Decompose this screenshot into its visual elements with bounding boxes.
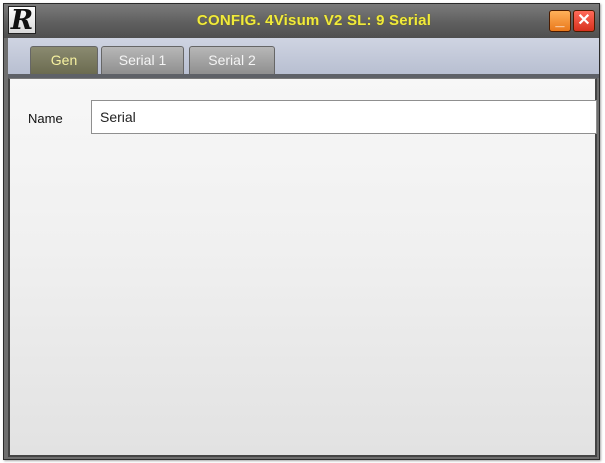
tab-serial-1[interactable]: Serial 1 — [101, 46, 184, 74]
name-label: Name — [28, 111, 63, 126]
app-logo-icon: R — [8, 6, 36, 35]
config-window: R CONFIG. 4Visum V2 SL: 9 Serial _ ✕ Gen… — [3, 3, 600, 460]
tab-gen[interactable]: Gen — [30, 46, 98, 74]
name-input[interactable] — [91, 100, 597, 134]
tab-serial-2[interactable]: Serial 2 — [189, 46, 275, 74]
window-title: CONFIG. 4Visum V2 SL: 9 Serial — [196, 12, 432, 29]
title-bar[interactable]: R CONFIG. 4Visum V2 SL: 9 Serial _ ✕ — [4, 4, 599, 38]
tab-strip: Gen Serial 1 Serial 2 — [8, 38, 599, 78]
tab-content: Name — [8, 78, 597, 457]
close-button[interactable]: ✕ — [573, 10, 595, 32]
minimize-button[interactable]: _ — [549, 10, 571, 32]
